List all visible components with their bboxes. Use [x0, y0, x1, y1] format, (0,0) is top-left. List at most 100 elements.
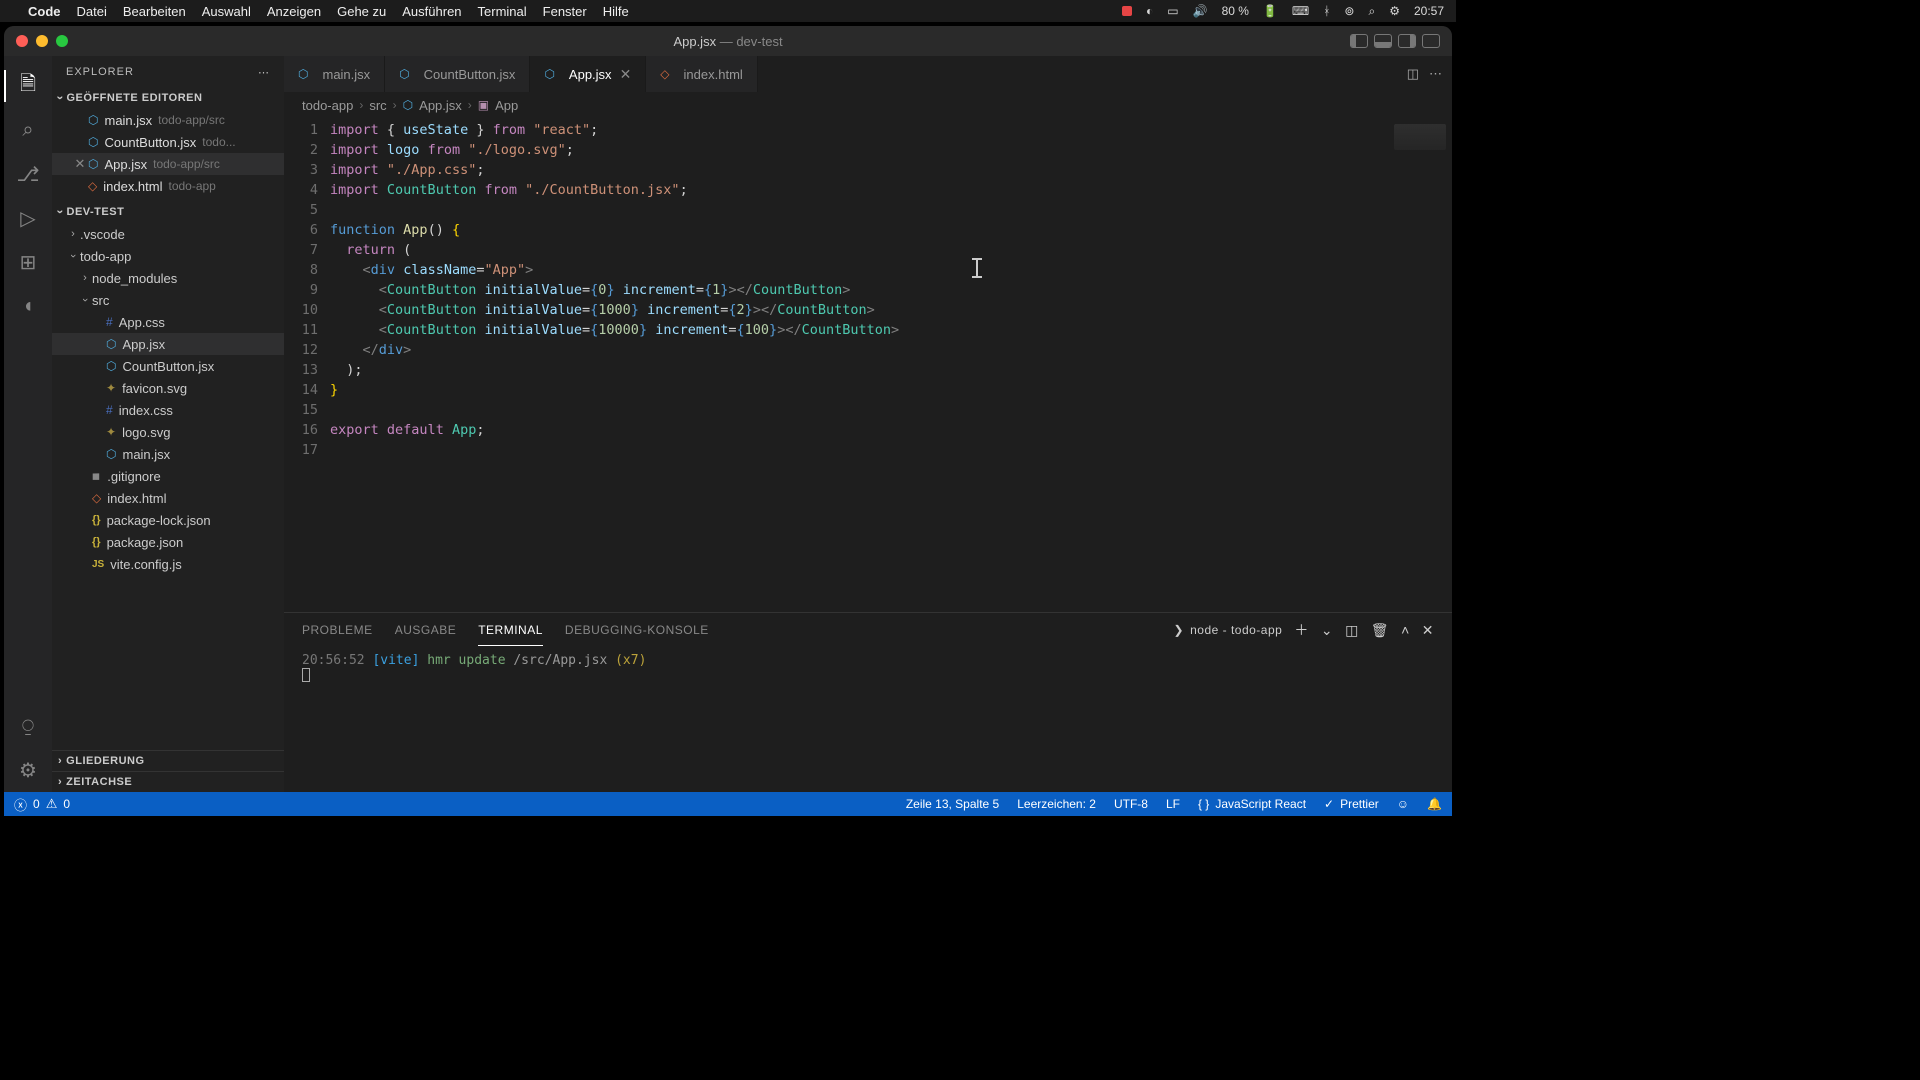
menu-go[interactable]: Gehe zu	[337, 4, 386, 19]
status-prettier[interactable]: Prettier	[1324, 797, 1379, 811]
open-editor-item[interactable]: ◇ index.html todo-app	[52, 175, 284, 197]
status-icon[interactable]: ◐	[1146, 4, 1153, 18]
timeline-header[interactable]: › ZEITACHSE	[52, 771, 284, 792]
file-tree-item[interactable]: ⬡main.jsx	[52, 443, 284, 465]
file-tree-item[interactable]: JSvite.config.js	[52, 553, 284, 575]
outline-header[interactable]: › GLIEDERUNG	[52, 750, 284, 771]
split-editor-icon[interactable]: ◫	[1407, 66, 1419, 82]
open-editor-item[interactable]: ⬡ main.jsx todo-app/src	[52, 109, 284, 131]
breadcrumb-item[interactable]: todo-app	[302, 98, 353, 113]
file-tree-item[interactable]: ⬡App.jsx	[52, 333, 284, 355]
terminal-body[interactable]: 20:56:52 [vite] hmr update /src/App.jsx …	[284, 647, 1452, 792]
breadcrumb-item[interactable]: src	[369, 98, 386, 113]
battery-icon[interactable]: 🔋	[1263, 4, 1278, 18]
status-errors[interactable]: ⓧ0 ⚠0	[14, 795, 70, 814]
menu-window[interactable]: Fenster	[543, 4, 587, 19]
breadcrumbs[interactable]: todo-app › src › ⬡ App.jsx › ▣ App	[284, 92, 1452, 118]
activity-source-control-icon[interactable]: ⎇	[4, 152, 52, 196]
editor-tab[interactable]: ⬡main.jsx	[284, 56, 385, 92]
file-tree-item[interactable]: ›src	[52, 289, 284, 311]
activity-account-icon[interactable]: ⍜	[4, 704, 52, 748]
status-language[interactable]: { } JavaScript React	[1198, 797, 1306, 811]
code-content[interactable]: import { useState } from "react";import …	[330, 118, 1388, 612]
menu-selection[interactable]: Auswahl	[202, 4, 251, 19]
panel-tab-terminal[interactable]: TERMINAL	[478, 615, 543, 646]
activity-extensions-icon[interactable]: ⊞	[4, 240, 52, 284]
activity-remote-icon[interactable]: ◖	[4, 284, 52, 328]
status-bell-icon[interactable]: 🔔	[1427, 797, 1442, 811]
wifi-icon[interactable]: ⊚	[1344, 4, 1354, 18]
close-editor-icon[interactable]: ✕	[72, 156, 88, 172]
toggle-sidebar-icon[interactable]	[1350, 34, 1368, 48]
keyboard-icon[interactable]: ⌨	[1292, 4, 1309, 18]
file-tree-item[interactable]: ✦favicon.svg	[52, 377, 284, 399]
split-terminal-icon[interactable]: ◫	[1345, 622, 1359, 639]
clock[interactable]: 20:57	[1414, 4, 1444, 18]
activity-explorer-icon[interactable]: 🗎	[4, 64, 52, 108]
kill-terminal-icon[interactable]: 🗑	[1371, 622, 1389, 639]
breadcrumb-item[interactable]: App	[495, 98, 518, 113]
close-tab-icon[interactable]: ✕	[620, 66, 632, 83]
search-icon[interactable]: ⌕	[1368, 4, 1375, 19]
panel-tab-problems[interactable]: PROBLEME	[302, 615, 373, 645]
file-tree-item[interactable]: #index.css	[52, 399, 284, 421]
activity-search-icon[interactable]: ⌕	[4, 108, 52, 152]
html-icon: ◇	[88, 179, 97, 193]
file-tree-item[interactable]: {}package-lock.json	[52, 509, 284, 531]
menu-terminal[interactable]: Terminal	[478, 4, 527, 19]
display-icon[interactable]: ▭	[1167, 4, 1178, 18]
status-eol[interactable]: LF	[1166, 797, 1180, 811]
status-cursor-position[interactable]: Zeile 13, Spalte 5	[906, 797, 999, 811]
window-close-button[interactable]	[16, 35, 28, 47]
editor-tab[interactable]: ⬡CountButton.jsx	[385, 56, 530, 92]
editor-tab[interactable]: ⬡App.jsx ✕	[530, 56, 646, 92]
menu-help[interactable]: Hilfe	[603, 4, 629, 19]
close-panel-icon[interactable]: ✕	[1422, 622, 1434, 639]
file-tree-item[interactable]: ◇index.html	[52, 487, 284, 509]
terminal-process-label[interactable]: ❯ node - todo-app	[1174, 623, 1283, 637]
explorer-more-icon[interactable]: ⋯	[258, 66, 270, 79]
toggle-secondary-sidebar-icon[interactable]	[1398, 34, 1416, 48]
screen-record-icon[interactable]	[1122, 6, 1132, 16]
activity-run-debug-icon[interactable]: ▷	[4, 196, 52, 240]
activity-settings-icon[interactable]: ⚙	[4, 748, 52, 792]
panel-tab-debug-console[interactable]: DEBUGGING-KONSOLE	[565, 615, 709, 645]
toggle-panel-icon[interactable]	[1374, 34, 1392, 48]
menu-edit[interactable]: Bearbeiten	[123, 4, 186, 19]
more-actions-icon[interactable]: ⋯	[1429, 66, 1442, 82]
file-tree-item[interactable]: ›.vscode	[52, 223, 284, 245]
window-minimize-button[interactable]	[36, 35, 48, 47]
maximize-panel-icon[interactable]: ˄	[1401, 622, 1410, 638]
control-center-icon[interactable]: ⚙	[1389, 4, 1400, 18]
editor[interactable]: 1234567891011121314151617 import { useSt…	[284, 118, 1452, 612]
menu-file[interactable]: Datei	[77, 4, 107, 19]
open-editor-item[interactable]: ⬡ CountButton.jsx todo...	[52, 131, 284, 153]
new-terminal-icon[interactable]: ＋	[1294, 620, 1309, 640]
minimap[interactable]	[1388, 118, 1452, 612]
file-tree-item[interactable]: ›todo-app	[52, 245, 284, 267]
file-tree-item[interactable]: ›node_modules	[52, 267, 284, 289]
menu-run[interactable]: Ausführen	[402, 4, 461, 19]
file-tree-item[interactable]: ◆.gitignore	[52, 465, 284, 487]
open-editor-item[interactable]: ✕ ⬡ App.jsx todo-app/src	[52, 153, 284, 175]
menubar-app-name[interactable]: Code	[28, 4, 61, 19]
file-tree-item[interactable]: #App.css	[52, 311, 284, 333]
file-tree-item[interactable]: {}package.json	[52, 531, 284, 553]
menu-view[interactable]: Anzeigen	[267, 4, 321, 19]
status-encoding[interactable]: UTF-8	[1114, 797, 1148, 811]
window-maximize-button[interactable]	[56, 35, 68, 47]
project-header[interactable]: › DEV-TEST	[52, 201, 284, 223]
customize-layout-icon[interactable]	[1422, 34, 1440, 48]
terminal-dropdown-icon[interactable]: ⌄	[1321, 622, 1333, 639]
panel-tab-output[interactable]: AUSGABE	[395, 615, 457, 645]
status-feedback-icon[interactable]: ☺	[1397, 797, 1409, 811]
editor-tab[interactable]: ◇index.html	[646, 56, 757, 92]
battery-percent[interactable]: 80 %	[1222, 4, 1249, 18]
bluetooth-icon[interactable]: ᚼ	[1323, 4, 1330, 18]
volume-icon[interactable]: 🔊	[1193, 4, 1208, 18]
file-tree-item[interactable]: ✦logo.svg	[52, 421, 284, 443]
open-editors-header[interactable]: › GEÖFFNETE EDITOREN	[52, 87, 284, 109]
status-indent[interactable]: Leerzeichen: 2	[1017, 797, 1096, 811]
breadcrumb-item[interactable]: App.jsx	[419, 98, 462, 113]
file-tree-item[interactable]: ⬡CountButton.jsx	[52, 355, 284, 377]
